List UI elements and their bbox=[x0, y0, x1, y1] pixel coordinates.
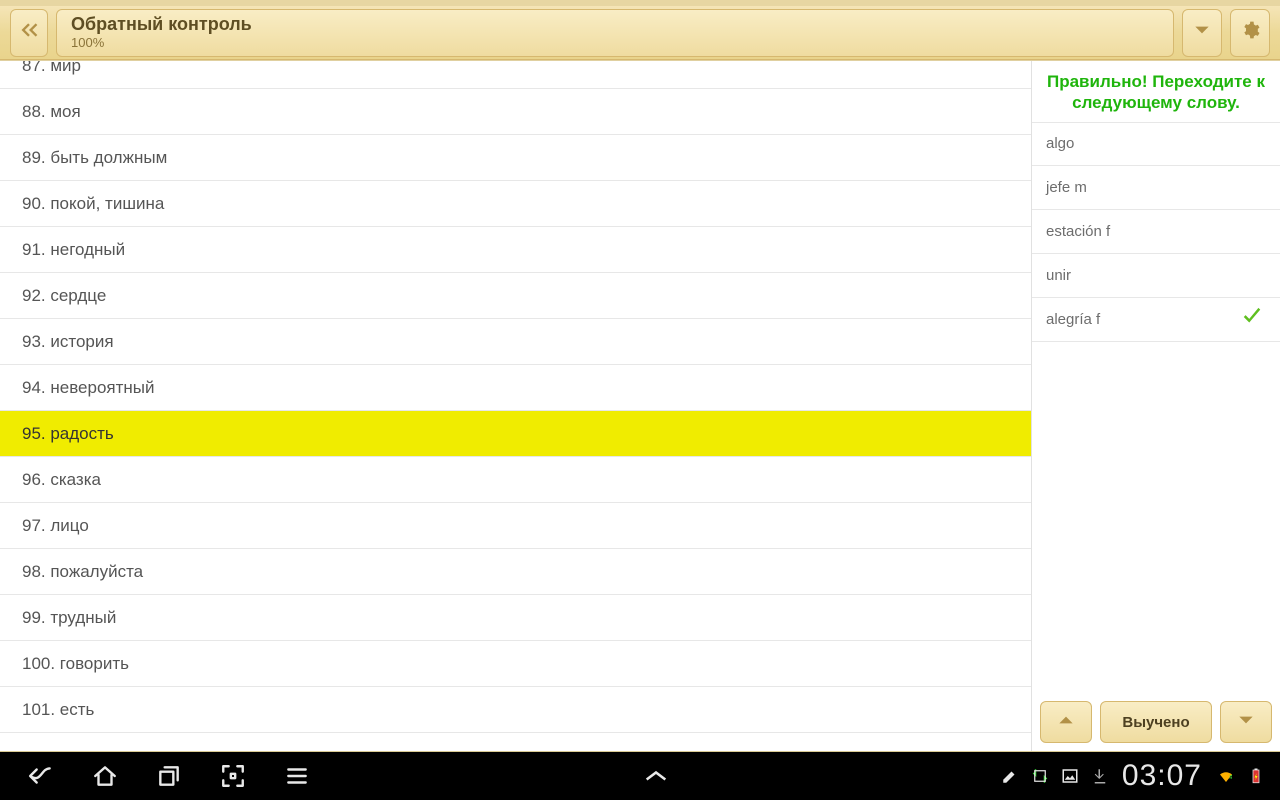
answer-option[interactable]: estación f bbox=[1032, 210, 1280, 254]
word-row[interactable]: 98. пожалуйста bbox=[0, 549, 1031, 595]
word-row[interactable]: 96. сказка bbox=[0, 457, 1031, 503]
word-row[interactable]: 97. лицо bbox=[0, 503, 1031, 549]
chevron-down-icon bbox=[1192, 20, 1212, 45]
prev-button[interactable] bbox=[1040, 701, 1092, 743]
word-row[interactable]: 93. история bbox=[0, 319, 1031, 365]
word-row[interactable]: 90. покой, тишина bbox=[0, 181, 1031, 227]
word-row[interactable]: 101. есть bbox=[0, 687, 1031, 733]
word-row[interactable]: 99. трудный bbox=[0, 595, 1031, 641]
top-bar: Обратный контроль 100% bbox=[0, 0, 1280, 60]
answer-option[interactable]: unir bbox=[1032, 254, 1280, 298]
page-subtitle: 100% bbox=[71, 35, 1159, 50]
clock-time: 03:07 bbox=[1122, 759, 1202, 793]
answer-option-label: estación f bbox=[1046, 223, 1110, 240]
word-row[interactable]: 91. негодный bbox=[0, 227, 1031, 273]
nav-menu-button[interactable] bbox=[282, 761, 312, 791]
answer-option-label: alegría f bbox=[1046, 311, 1100, 328]
gear-icon bbox=[1240, 20, 1260, 45]
chevron-down-icon bbox=[1234, 710, 1258, 735]
answer-option-label: algo bbox=[1046, 135, 1074, 152]
battery-icon bbox=[1246, 766, 1266, 786]
nav-screenshot-button[interactable] bbox=[218, 761, 248, 791]
learned-button[interactable]: Выучено bbox=[1100, 701, 1212, 743]
edit-icon bbox=[1000, 766, 1020, 786]
word-row[interactable]: 95. радость bbox=[0, 411, 1031, 457]
picture-icon bbox=[1060, 766, 1080, 786]
nav-home-button[interactable] bbox=[90, 761, 120, 791]
title-block[interactable]: Обратный контроль 100% bbox=[56, 9, 1174, 57]
word-row[interactable]: 88. моя bbox=[0, 89, 1031, 135]
status-icons: 03:07 bbox=[1000, 759, 1274, 793]
main-area: 87. мир88. моя89. быть должным90. покой,… bbox=[0, 60, 1280, 752]
settings-button[interactable] bbox=[1230, 9, 1270, 57]
answer-option[interactable]: algo bbox=[1032, 122, 1280, 166]
learned-label: Выучено bbox=[1122, 714, 1189, 731]
feedback-text: Правильно! Переходите к следующему слову… bbox=[1032, 67, 1280, 122]
check-icon bbox=[1238, 306, 1266, 332]
answer-option[interactable]: alegría f bbox=[1032, 298, 1280, 342]
sync-icon bbox=[1030, 766, 1050, 786]
nav-left bbox=[6, 761, 312, 791]
word-row[interactable]: 92. сердце bbox=[0, 273, 1031, 319]
chevrons-left-icon bbox=[19, 20, 39, 45]
wifi-icon bbox=[1216, 766, 1236, 786]
word-row[interactable]: 89. быть должным bbox=[0, 135, 1031, 181]
nav-expand-button[interactable] bbox=[312, 767, 1000, 785]
page-title: Обратный контроль bbox=[71, 15, 1159, 35]
word-row[interactable]: 87. мир bbox=[0, 61, 1031, 89]
word-row[interactable]: 94. невероятный bbox=[0, 365, 1031, 411]
nav-back-button[interactable] bbox=[26, 761, 56, 791]
word-row[interactable]: 100. говорить bbox=[0, 641, 1031, 687]
answer-option[interactable]: jefe m bbox=[1032, 166, 1280, 210]
next-button[interactable] bbox=[1220, 701, 1272, 743]
side-top: Правильно! Переходите к следующему слову… bbox=[1032, 61, 1280, 701]
dropdown-button[interactable] bbox=[1182, 9, 1222, 57]
side-panel: Правильно! Переходите к следующему слову… bbox=[1031, 61, 1280, 751]
answer-option-label: unir bbox=[1046, 267, 1071, 284]
nav-recent-button[interactable] bbox=[154, 761, 184, 791]
android-navbar: 03:07 bbox=[0, 752, 1280, 800]
word-list[interactable]: 87. мир88. моя89. быть должным90. покой,… bbox=[0, 61, 1031, 751]
back-button[interactable] bbox=[10, 9, 48, 57]
chevron-up-icon bbox=[1054, 710, 1078, 735]
side-controls: Выучено bbox=[1032, 701, 1280, 751]
answer-option-label: jefe m bbox=[1046, 179, 1087, 196]
download-icon bbox=[1090, 766, 1110, 786]
